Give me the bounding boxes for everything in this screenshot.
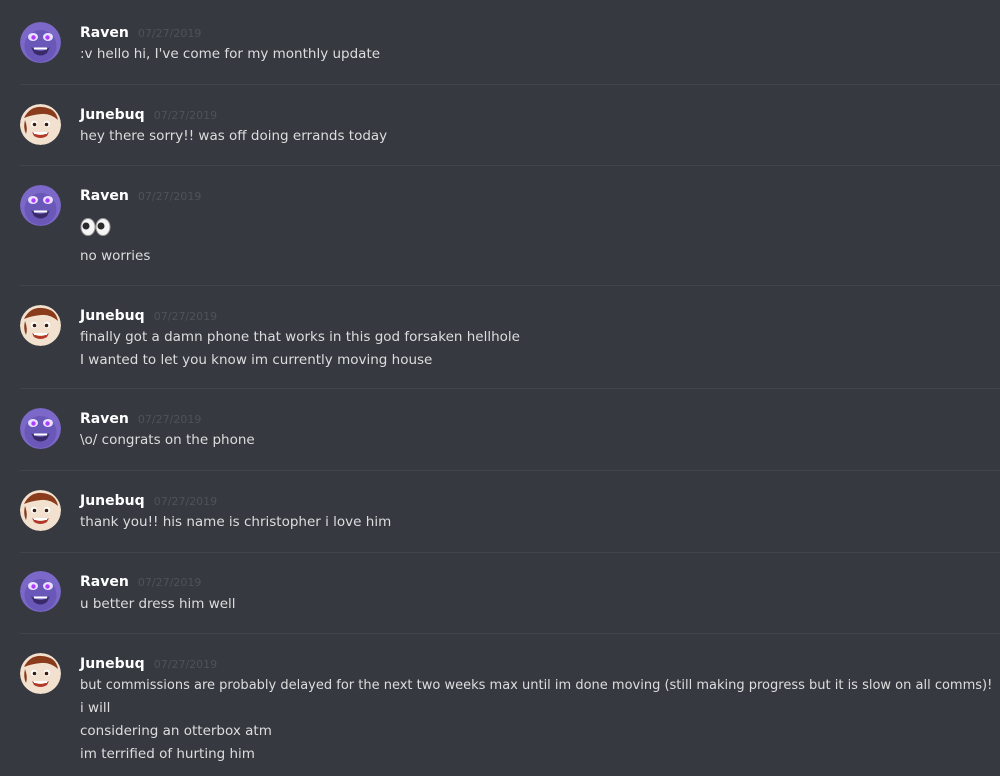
eyes-emoji-icon <box>80 217 114 237</box>
timestamp: 07/27/2019 <box>137 190 202 203</box>
author-name[interactable]: Junebuq <box>80 656 145 672</box>
timestamp: 07/27/2019 <box>137 413 202 426</box>
raven-avatar[interactable] <box>20 185 61 226</box>
raven-avatar[interactable] <box>20 22 61 63</box>
timestamp: 07/27/2019 <box>153 109 218 122</box>
message-header: Raven 07/27/2019 <box>80 185 201 205</box>
chat-messages: Raven 07/27/2019 :v hello hi, I've come … <box>0 0 1000 776</box>
message-text: I wanted to let you know im currently mo… <box>80 352 433 368</box>
message-text: \o/ congrats on the phone <box>80 432 255 448</box>
message-header: Raven 07/27/2019 <box>80 22 201 42</box>
author-name[interactable]: Raven <box>80 411 129 427</box>
junebuq-avatar[interactable] <box>20 490 61 531</box>
author-name[interactable]: Raven <box>80 574 129 590</box>
message-text: :v hello hi, I've come for my monthly up… <box>80 46 381 62</box>
message-text: finally got a damn phone that works in t… <box>80 329 520 345</box>
timestamp: 07/27/2019 <box>153 310 218 323</box>
message-header: Junebuq 07/27/2019 <box>80 104 217 124</box>
message-text: im terrified of hurting him <box>80 746 255 762</box>
timestamp: 07/27/2019 <box>137 576 202 589</box>
junebuq-avatar[interactable] <box>20 305 61 346</box>
timestamp: 07/27/2019 <box>153 658 218 671</box>
message-header: Raven 07/27/2019 <box>80 408 201 428</box>
message-text: no worries <box>80 248 151 264</box>
message-header: Junebuq 07/27/2019 <box>80 490 217 510</box>
message-divider <box>20 552 1000 553</box>
message-text: i will <box>80 700 111 716</box>
message-header: Junebuq 07/27/2019 <box>80 653 217 673</box>
message-divider <box>20 633 1000 634</box>
author-name[interactable]: Raven <box>80 188 129 204</box>
message-divider <box>20 470 1000 471</box>
timestamp: 07/27/2019 <box>137 27 202 40</box>
message-divider <box>20 165 1000 166</box>
author-name[interactable]: Junebuq <box>80 493 145 509</box>
raven-avatar[interactable] <box>20 408 61 449</box>
junebuq-avatar[interactable] <box>20 653 61 694</box>
author-name[interactable]: Junebuq <box>80 308 145 324</box>
message-header: Raven 07/27/2019 <box>80 571 201 591</box>
author-name[interactable]: Raven <box>80 25 129 41</box>
message-text: thank you!! his name is christopher i lo… <box>80 514 392 530</box>
message-text: but commissions are probably delayed for… <box>80 678 993 693</box>
message-divider <box>20 84 1000 85</box>
timestamp: 07/27/2019 <box>153 495 218 508</box>
message-text: considering an otterbox atm <box>80 723 272 739</box>
message-divider <box>20 285 1000 286</box>
message-divider <box>20 388 1000 389</box>
message-text: u better dress him well <box>80 596 236 612</box>
message-header: Junebuq 07/27/2019 <box>80 305 217 325</box>
author-name[interactable]: Junebuq <box>80 107 145 123</box>
raven-avatar[interactable] <box>20 571 61 612</box>
message-text: hey there sorry!! was off doing errands … <box>80 128 388 144</box>
junebuq-avatar[interactable] <box>20 104 61 145</box>
